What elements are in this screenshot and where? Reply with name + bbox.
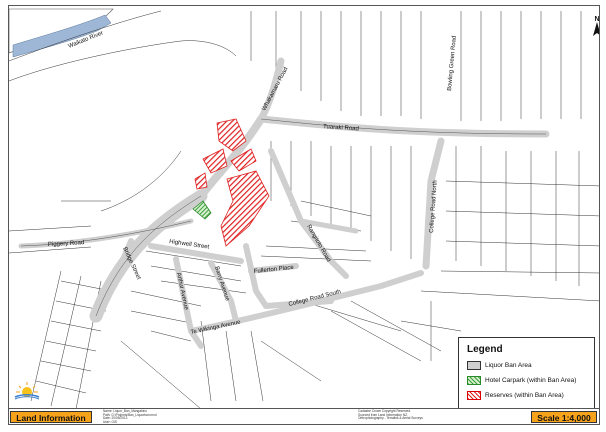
map-sheet: Waikato River Whakamaru Road Tuaraki Roa… (0, 0, 606, 432)
scale-label: Scale 1:4,000 (531, 411, 597, 423)
road-label-te-wikinga-avenue: Te Wikinga Avenue (190, 319, 242, 336)
road-label-barry-avenue: Barry Avenue (213, 266, 230, 303)
sun-logo-icon (14, 382, 40, 400)
copyright-notice: Cadastre Crown Copyright Reserved. Sourc… (358, 409, 478, 421)
road-label-rangitoto-road: Rangitoto Road (305, 224, 331, 263)
road-label-fullerton-place: Fullerton Place (254, 265, 295, 275)
north-arrow: N (590, 14, 599, 40)
road-label-tuaraki-road: Tuaraki Road (323, 124, 359, 132)
liquor-ban-roads (18, 57, 550, 349)
legend-item-reserves: Reserves (within Ban Area) (467, 390, 564, 401)
north-arrow-label: N (594, 16, 599, 23)
red-hatch-swatch-icon (467, 391, 481, 400)
legend-item-liquor-ban-area: Liquor Ban Area (467, 360, 532, 371)
land-information-label: Land Information (10, 411, 92, 423)
road-label-arthur-avenue: Arthur Avenue (175, 272, 189, 311)
road-label-bowling-green-road: Bowling Green Road (447, 35, 458, 91)
legend-title: Legend (467, 344, 503, 355)
reserves (194, 118, 270, 247)
legend-label: Hotel Carpark (within Ban Area) (485, 377, 577, 384)
legend-item-hotel-carpark: Hotel Carpark (within Ban Area) (467, 375, 576, 386)
legend: Legend Liquor Ban Area Hotel Carpark (wi… (458, 337, 595, 409)
green-hatch-swatch-icon (467, 376, 481, 385)
road-label-piggery-road: Piggery Road (48, 240, 85, 248)
title-bar: Land Information Name: Liquor_Ban_Mangak… (8, 408, 600, 426)
map-metadata: Name: Liquor_Ban_Mangakino Path: G:\Proj… (103, 409, 223, 424)
grey-swatch-icon (467, 361, 481, 370)
meta-line: User: GIS (103, 419, 117, 424)
legend-label: Reserves (within Ban Area) (485, 392, 564, 399)
council-logo (14, 380, 40, 406)
legend-label: Liquor Ban Area (485, 362, 532, 369)
copyright-line: Orthophotography - Terralink & Aerial Su… (358, 416, 423, 421)
north-arrow-icon: N (593, 16, 599, 36)
